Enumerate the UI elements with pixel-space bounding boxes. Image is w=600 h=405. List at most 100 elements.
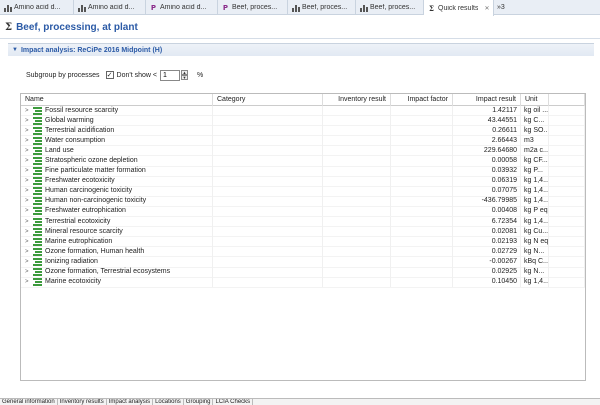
impact-category-cell: > Fossil resource scarcity xyxy=(21,105,213,116)
table-row[interactable]: > Freshwater eutrophication 0.00408 kg P eq xyxy=(21,206,585,218)
impact-category-name: Freshwater ecotoxicity xyxy=(45,177,115,185)
tab-general-information[interactable]: General information xyxy=(0,399,58,405)
tab-quick-results[interactable]: Σ Quick results ✕ xyxy=(424,0,494,16)
chevron-right-icon[interactable]: > xyxy=(25,267,33,277)
impact-category-icon xyxy=(33,197,42,206)
column-header-inventory[interactable]: Inventory result xyxy=(323,94,391,106)
tab-grouping[interactable]: Grouping xyxy=(184,399,214,405)
impact-result-cell: 0.02081 xyxy=(453,226,521,237)
column-header-unit[interactable]: Unit xyxy=(521,94,549,106)
tab-amino-acid-3[interactable]: P Amino acid d... xyxy=(146,0,218,15)
table-row[interactable]: > Mineral resource scarcity 0.02081 kg Cu..… xyxy=(21,226,585,238)
table-row[interactable]: > Land use 229.64680 m2a c... xyxy=(21,145,585,157)
impact-category-icon xyxy=(33,187,42,196)
impact-result-cell: 0.06319 xyxy=(453,176,521,187)
empty-cell xyxy=(549,216,585,227)
chevron-right-icon[interactable]: > xyxy=(25,126,33,136)
chevron-right-icon[interactable]: > xyxy=(25,146,33,156)
tab-beef-process-1[interactable]: P Beef, proces... xyxy=(218,0,288,15)
table-row[interactable]: > Global warming 43.44551 kg C... xyxy=(21,115,585,127)
category-cell xyxy=(213,236,323,247)
chevron-right-icon[interactable]: > xyxy=(25,196,33,206)
unit-cell: kg 1,4... xyxy=(521,176,549,187)
table-row[interactable]: > Water consumption 2.66443 m3 xyxy=(21,135,585,147)
impact-result-cell: 0.03932 xyxy=(453,166,521,177)
table-row[interactable]: > Marine eutrophication 0.02193 kg N eq xyxy=(21,236,585,248)
chevron-right-icon[interactable]: > xyxy=(25,136,33,146)
table-row[interactable]: > Human non-carcinogenic toxicity -436.799… xyxy=(21,196,585,207)
unit-cell: m3 xyxy=(521,135,549,146)
chevron-right-icon[interactable]: > xyxy=(25,156,33,166)
impact-category-icon xyxy=(33,106,42,115)
close-icon[interactable]: ✕ xyxy=(484,5,489,12)
table-row[interactable]: > Ozone formation, Human health 0.02729 kg … xyxy=(21,246,585,258)
chevron-down-icon[interactable]: ▼ xyxy=(12,47,18,53)
tab-beef-process-3[interactable]: Beef, proces... xyxy=(356,0,424,15)
chevron-right-icon[interactable]: > xyxy=(25,237,33,247)
tab-lcia-checks[interactable]: LCIA Checks xyxy=(213,399,254,405)
impact-factor-cell xyxy=(391,226,453,237)
impact-category-cell: > Human non-carcinogenic toxicity xyxy=(21,196,213,207)
impact-category-cell: > Marine eutrophication xyxy=(21,236,213,247)
impact-category-name: Water consumption xyxy=(45,136,106,144)
chevron-right-icon[interactable]: > xyxy=(25,227,33,237)
impact-result-cell: 0.02193 xyxy=(453,236,521,247)
table-row[interactable]: > Terrestrial acidification 0.26611 kg SO..… xyxy=(21,125,585,137)
inventory-result-cell xyxy=(323,226,391,237)
impact-factor-cell xyxy=(391,105,453,116)
threshold-input[interactable] xyxy=(160,69,180,81)
tab-amino-acid-1[interactable]: Amino acid d... xyxy=(0,0,74,15)
category-cell xyxy=(213,216,323,227)
chevron-right-icon[interactable]: > xyxy=(25,176,33,186)
table-row[interactable]: > Fossil resource scarcity 1.42117 kg oil .… xyxy=(21,105,585,117)
impact-category-icon xyxy=(33,177,42,186)
empty-cell xyxy=(549,135,585,146)
tab-overflow-menu[interactable]: »3 xyxy=(494,0,520,15)
tab-impact-analysis[interactable]: Impact analysis xyxy=(107,399,154,405)
empty-cell xyxy=(549,145,585,156)
section-header[interactable]: ▼ Impact analysis: ReCiPe 2016 Midpoint … xyxy=(8,43,594,56)
table-row[interactable]: > Ionizing radiation -0.00267 kBq C... xyxy=(21,256,585,268)
table-row[interactable]: > Human carcinogenic toxicity 0.07075 kg 1,… xyxy=(21,186,585,197)
impact-category-cell: > Marine ecotoxicity xyxy=(21,277,213,288)
unit-cell: kg SO... xyxy=(521,125,549,136)
tab-amino-acid-2[interactable]: Amino acid d... xyxy=(74,0,146,15)
column-header-name[interactable]: Name xyxy=(21,94,213,106)
unit-cell: kg 1,4... xyxy=(521,277,549,288)
chevron-right-icon[interactable]: > xyxy=(25,186,33,196)
chevron-right-icon[interactable]: > xyxy=(25,116,33,126)
table-row[interactable]: > Freshwater ecotoxicity 0.06319 kg 1,4... xyxy=(21,176,585,187)
impact-factor-cell xyxy=(391,166,453,177)
table-row[interactable]: > Stratospheric ozone depletion 0.00058 kg … xyxy=(21,156,585,167)
chevron-right-icon[interactable]: > xyxy=(25,106,33,116)
chevron-right-icon[interactable]: > xyxy=(25,166,33,176)
table-row[interactable]: > Fine particulate matter formation 0.0393… xyxy=(21,166,585,177)
impact-result-cell: 0.10450 xyxy=(453,277,521,288)
inventory-result-cell xyxy=(323,246,391,257)
impact-category-cell: > Human carcinogenic toxicity xyxy=(21,186,213,197)
category-cell xyxy=(213,246,323,257)
table-row[interactable]: > Terrestrial ecotoxicity 6.72354 kg 1,4... xyxy=(21,216,585,228)
dont-show-checkbox[interactable]: ✓ xyxy=(105,71,114,79)
empty-cell xyxy=(549,206,585,217)
spin-down-icon[interactable]: ▼ xyxy=(181,75,188,80)
chevron-right-icon[interactable]: > xyxy=(25,277,33,287)
column-header-category[interactable]: Category xyxy=(213,94,323,106)
column-header-factor[interactable]: Impact factor xyxy=(391,94,453,106)
impact-category-icon xyxy=(33,167,42,176)
tab-inventory-results[interactable]: Inventory results xyxy=(58,399,107,405)
section-title: Impact analysis: ReCiPe 2016 Midpoint (H… xyxy=(20,46,163,54)
tab-locations[interactable]: Locations xyxy=(153,399,184,405)
category-cell xyxy=(213,206,323,217)
chevron-right-icon[interactable]: > xyxy=(25,206,33,216)
chevron-right-icon[interactable]: > xyxy=(25,217,33,227)
column-header-result[interactable]: Impact result xyxy=(453,94,521,106)
page-title: Beef, processing, at plant xyxy=(16,22,138,33)
chevron-right-icon[interactable]: > xyxy=(25,257,33,267)
category-cell xyxy=(213,105,323,116)
chevron-right-icon[interactable]: > xyxy=(25,247,33,257)
table-row[interactable]: > Ozone formation, Terrestrial ecosystems… xyxy=(21,267,585,278)
impact-category-icon xyxy=(33,116,42,125)
tab-beef-process-2[interactable]: Beef, proces... xyxy=(288,0,356,15)
table-row[interactable]: > Marine ecotoxicity 0.10450 kg 1,4... xyxy=(21,277,585,288)
